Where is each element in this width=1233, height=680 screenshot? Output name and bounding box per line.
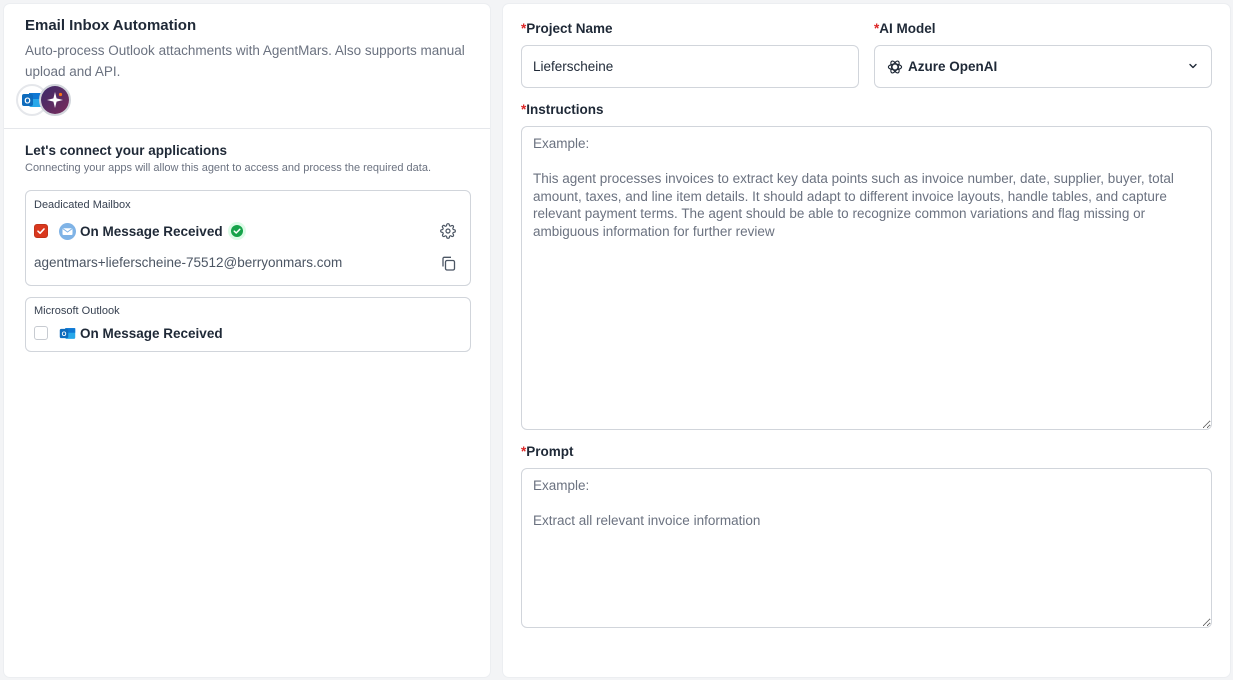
copy-icon[interactable] bbox=[441, 256, 456, 271]
instructions-label: *Instructions bbox=[521, 102, 604, 117]
svg-text:O: O bbox=[62, 331, 67, 338]
mail-icon bbox=[59, 222, 76, 240]
ai-model-select[interactable]: Azure OpenAI bbox=[874, 45, 1212, 88]
project-name-input[interactable] bbox=[521, 45, 859, 88]
connection-card-microsoft-outlook: Microsoft Outlook O On Message Received bbox=[25, 297, 471, 352]
ai-model-value: Azure OpenAI bbox=[908, 59, 998, 74]
instructions-textarea[interactable] bbox=[521, 126, 1212, 430]
project-form-panel: *Project Name *AI Model Azure OpenAI *In… bbox=[503, 4, 1230, 677]
check-icon bbox=[37, 228, 45, 234]
automation-title: Email Inbox Automation bbox=[25, 17, 197, 34]
trigger-checkbox-checked[interactable] bbox=[34, 224, 48, 238]
prompt-label: *Prompt bbox=[521, 444, 574, 459]
outlook-icon: O bbox=[59, 325, 76, 342]
trigger-label: On Message Received bbox=[80, 223, 223, 239]
svg-text:O: O bbox=[24, 97, 30, 106]
connect-title: Let's connect your applications bbox=[25, 143, 227, 158]
chevron-down-icon bbox=[1189, 63, 1197, 69]
trigger-row: On Message Received bbox=[34, 221, 246, 241]
agentmars-icon bbox=[39, 84, 71, 116]
connection-label: Microsoft Outlook bbox=[34, 305, 120, 317]
connected-check-icon bbox=[227, 222, 246, 240]
trigger-row: O On Message Received bbox=[34, 323, 223, 343]
project-name-label: *Project Name bbox=[521, 21, 613, 36]
section-divider bbox=[4, 128, 490, 129]
trigger-checkbox[interactable] bbox=[34, 326, 48, 340]
automation-description: Auto-process Outlook attachments with Ag… bbox=[25, 43, 465, 79]
trigger-label: On Message Received bbox=[80, 325, 223, 341]
connect-subtitle: Connecting your apps will allow this age… bbox=[25, 162, 432, 174]
ai-model-label: *AI Model bbox=[874, 21, 936, 36]
connection-label: Deadicated Mailbox bbox=[34, 199, 131, 211]
automation-panel: Email Inbox Automation Auto-process Outl… bbox=[4, 4, 490, 677]
openai-icon bbox=[887, 59, 903, 75]
mailbox-email-address: agentmars+lieferscheine-75512@berryonmar… bbox=[34, 255, 343, 270]
settings-gear-icon[interactable] bbox=[440, 223, 456, 239]
app-icons: O bbox=[16, 84, 76, 118]
connection-card-dedicated-mailbox: Deadicated Mailbox On Message Received a… bbox=[25, 190, 471, 286]
prompt-textarea[interactable] bbox=[521, 468, 1212, 628]
